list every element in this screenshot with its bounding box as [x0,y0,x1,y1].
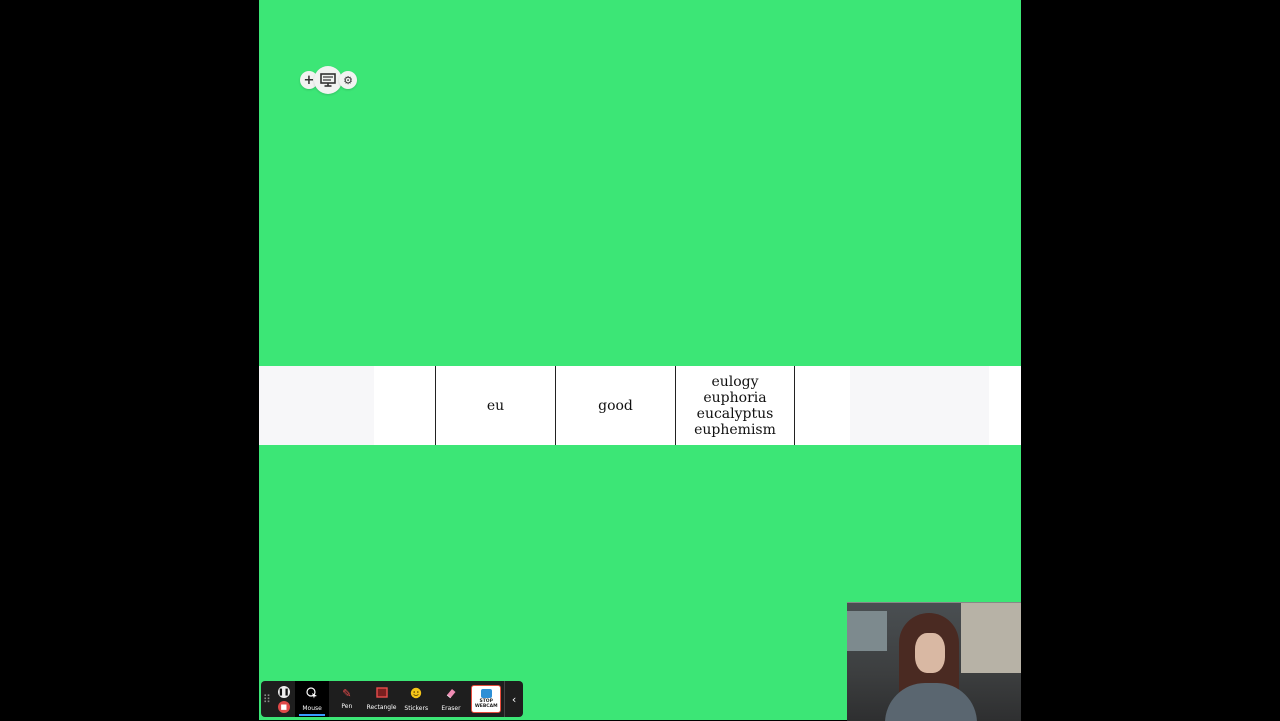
slide-controls: + ⚙ [300,66,358,94]
table-edge-cell [259,366,266,445]
annotation-toolbar: ⠿ ❚❚ ■ Mouse ✎ Pen Rectangle Stickers Er… [261,681,523,717]
example-word: eucalyptus [696,405,774,422]
tool-label: Eraser [441,704,461,712]
webcam-background [847,611,887,651]
table-edge-cell [989,366,1021,445]
tool-pen[interactable]: ✎ Pen [329,681,364,717]
table-cell [850,366,989,445]
pause-icon[interactable]: ❚❚ [277,685,290,698]
rectangle-icon [375,687,388,701]
drag-handle-icon[interactable]: ⠿ [261,681,273,717]
tool-stickers[interactable]: Stickers [399,681,434,717]
webcam-label-line2: WEBCAM [474,704,498,709]
example-word: eulogy [711,373,759,390]
meaning-text: good [598,397,633,414]
sticker-icon [410,687,422,702]
tool-label: Pen [341,703,353,710]
chevron-left-icon[interactable]: ‹ [504,681,523,717]
word-root-table: eu good eulogy euphoria eucalyptus euphe… [259,366,1021,445]
table-cell [795,366,850,445]
meaning-cell: good [555,366,675,445]
tool-rectangle[interactable]: Rectangle [364,681,399,717]
pen-icon: ✎ [342,687,352,700]
example-word: euphemism [694,421,776,438]
table-cell [374,366,435,445]
monitor-icon[interactable] [314,66,342,94]
example-word: euphoria [703,389,767,406]
gear-icon[interactable]: ⚙ [339,71,357,89]
table-cell [266,366,374,445]
webcam-preview [847,602,1021,721]
root-cell: eu [435,366,555,445]
recording-controls: ❚❚ ■ [273,681,295,717]
tool-label: Rectangle [366,704,397,711]
tool-eraser[interactable]: Eraser [434,681,469,717]
tool-label: Stickers [404,704,429,712]
webcam-icon [480,689,492,698]
webcam-background [961,603,1021,673]
stop-recording-icon[interactable]: ■ [277,700,290,713]
tool-mouse[interactable]: Mouse [294,681,330,717]
eraser-icon [445,687,457,702]
examples-cell: eulogy euphoria eucalyptus euphemism [675,366,795,445]
tool-label: Mouse [302,704,322,712]
mouse-pointer-icon [306,686,318,702]
stop-webcam-button[interactable]: STOP WEBCAM [471,685,502,713]
webcam-person [915,633,945,673]
root-text: eu [486,397,505,414]
